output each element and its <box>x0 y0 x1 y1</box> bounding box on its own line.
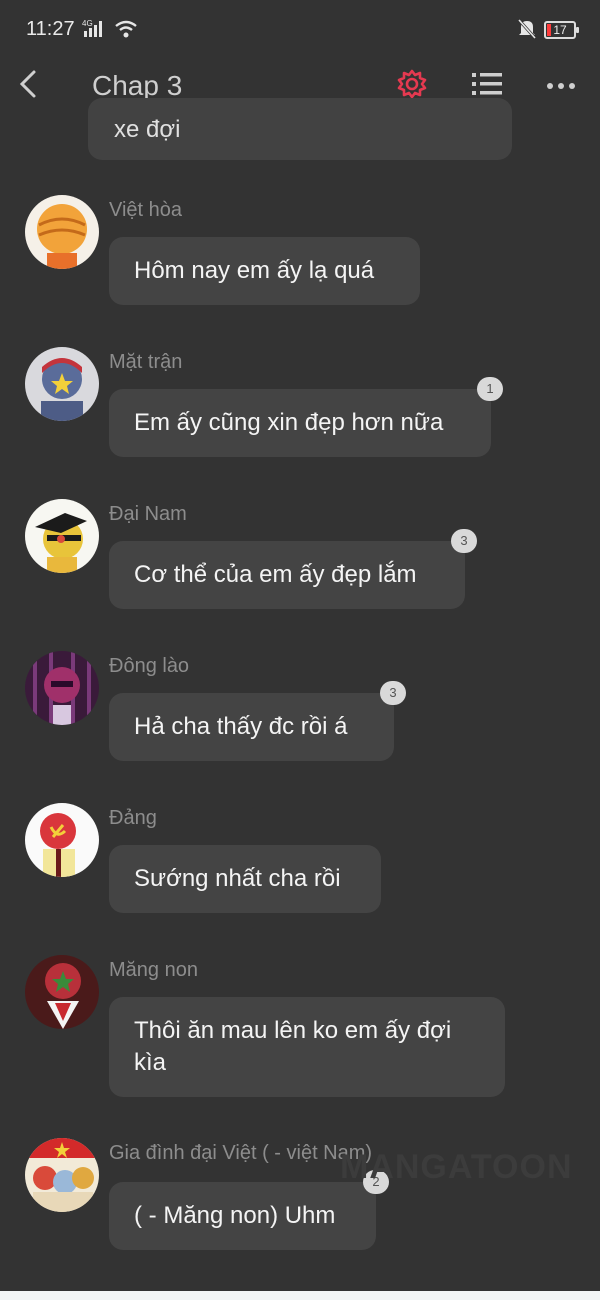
back-arrow-icon[interactable] <box>16 68 40 105</box>
message-bubble-partial: xe đợi <box>88 98 512 160</box>
bottom-bar-edge <box>0 1291 600 1300</box>
message-text: Cơ thể của em ấy đẹp lắm <box>134 561 417 588</box>
battery-level: 17 <box>553 23 567 37</box>
sender-name: Mặt trận <box>109 351 183 373</box>
watermark-logo: MANGATOON <box>340 1148 573 1186</box>
message-bubble[interactable]: ( - Măng non) Uhm <box>109 1182 376 1250</box>
message-text: Thôi ăn mau lên ko em ấy đợi kìa <box>134 1017 452 1076</box>
comment-count-badge[interactable]: 3 <box>451 529 477 553</box>
message-text: Hả cha thấy đc rồi á <box>134 713 348 740</box>
message-bubble[interactable]: Hôm nay em ấy lạ quá <box>109 237 420 305</box>
message-bubble[interactable]: Hả cha thấy đc rồi á <box>109 693 394 761</box>
sender-name: Việt hòa <box>109 199 183 221</box>
signal-icon: 4G <box>82 18 110 45</box>
sender-name: Gia đình đại Việt ( - việt Nam) <box>109 1142 373 1164</box>
mute-bell-icon <box>516 18 538 45</box>
avatar[interactable] <box>25 195 99 269</box>
message-text: ( - Măng non) Uhm <box>134 1202 336 1229</box>
message-text: Em ấy cũng xin đẹp hơn nữa <box>134 409 444 436</box>
sender-name: Đảng <box>109 807 157 829</box>
message-text: xe đợi <box>114 116 181 143</box>
avatar[interactable] <box>25 955 99 1029</box>
wifi-icon <box>114 18 138 45</box>
status-time: 11:27 <box>26 18 75 40</box>
svg-text:4G: 4G <box>82 19 93 28</box>
sender-name: Măng non <box>109 959 198 981</box>
avatar[interactable] <box>25 499 99 573</box>
avatar[interactable] <box>25 1138 99 1212</box>
comment-count-badge[interactable]: 3 <box>380 681 406 705</box>
message-bubble[interactable]: Em ấy cũng xin đẹp hơn nữa <box>109 389 491 457</box>
message-bubble[interactable]: Cơ thể của em ấy đẹp lắm <box>109 541 465 609</box>
status-bar: 11:27 4G 17 <box>0 0 600 60</box>
avatar[interactable] <box>25 651 99 725</box>
message-text: Hôm nay em ấy lạ quá <box>134 257 375 284</box>
message-text: Sướng nhất cha rồi <box>134 865 341 892</box>
avatar[interactable] <box>25 803 99 877</box>
message-bubble[interactable]: Thôi ăn mau lên ko em ấy đợi kìa <box>109 997 505 1097</box>
sender-name: Đại Nam <box>109 503 187 525</box>
comment-count-badge[interactable]: 1 <box>477 377 503 401</box>
message-bubble[interactable]: Sướng nhất cha rồi <box>109 845 381 913</box>
avatar[interactable] <box>25 347 99 421</box>
more-options-icon[interactable] <box>546 78 576 96</box>
sender-name: Đông lào <box>109 655 190 677</box>
battery-icon: 17 <box>544 21 579 39</box>
